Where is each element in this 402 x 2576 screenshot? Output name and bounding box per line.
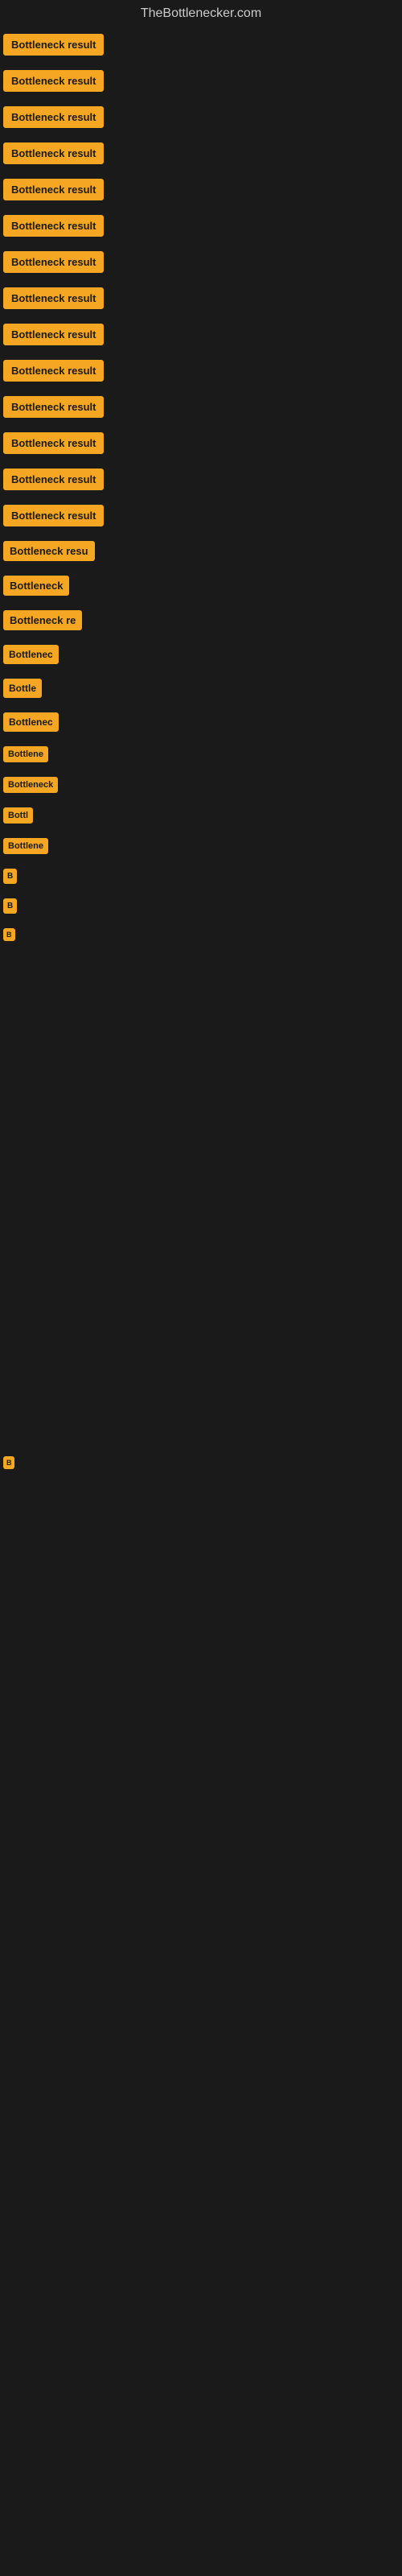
bottleneck-badge[interactable]: Bottlene [3, 746, 48, 762]
list-item[interactable]: Bottleneck result [3, 324, 402, 345]
bottleneck-badge[interactable]: Bottleneck result [3, 70, 104, 92]
list-item[interactable]: Bottleneck [3, 576, 402, 596]
list-item[interactable]: Bottleneck resu [3, 541, 402, 561]
bottleneck-badge[interactable]: Bottleneck result [3, 324, 104, 345]
bottleneck-badge[interactable]: Bottleneck result [3, 505, 104, 526]
bottleneck-badge[interactable]: Bottlene [3, 838, 48, 854]
list-item[interactable]: Bottleneck result [3, 396, 402, 418]
list-item[interactable]: B [3, 898, 402, 914]
bottleneck-badge[interactable]: Bottleneck result [3, 396, 104, 418]
bottleneck-badge[interactable]: Bottleneck result [3, 142, 104, 164]
list-item[interactable]: Bottl [3, 807, 402, 824]
bottleneck-badge[interactable]: B [3, 869, 17, 884]
items-container: Bottleneck result Bottleneck result Bott… [0, 31, 402, 2194]
list-item[interactable]: Bottlene [3, 838, 402, 854]
bottleneck-badge[interactable]: B [3, 1456, 14, 1469]
list-item[interactable]: B [3, 928, 402, 941]
list-item[interactable]: Bottlenec [3, 645, 402, 664]
list-item[interactable]: B [3, 869, 402, 884]
list-item[interactable]: Bottleneck result [3, 70, 402, 92]
bottleneck-badge[interactable]: Bottl [3, 807, 33, 824]
bottleneck-badge[interactable]: Bottleneck resu [3, 541, 95, 561]
bottleneck-badge[interactable]: Bottleneck re [3, 610, 82, 630]
list-item[interactable]: Bottleneck result [3, 34, 402, 56]
bottleneck-badge[interactable]: Bottleneck result [3, 469, 104, 490]
list-item[interactable]: Bottleneck re [3, 610, 402, 630]
bottleneck-badge[interactable]: Bottle [3, 679, 42, 698]
bottleneck-badge[interactable]: B [3, 898, 17, 914]
bottleneck-badge[interactable]: Bottleneck result [3, 251, 104, 273]
bottleneck-badge[interactable]: Bottleneck [3, 576, 69, 596]
list-item[interactable]: Bottleneck result [3, 469, 402, 490]
bottleneck-badge[interactable]: Bottlenec [3, 712, 59, 732]
bottleneck-badge[interactable]: B [3, 928, 15, 941]
list-item[interactable]: Bottleneck result [3, 215, 402, 237]
bottleneck-badge[interactable]: Bottleneck result [3, 360, 104, 382]
bottleneck-badge[interactable]: Bottleneck result [3, 215, 104, 237]
list-item[interactable]: B [3, 1456, 402, 1469]
list-item[interactable]: Bottleneck result [3, 287, 402, 309]
list-item[interactable]: Bottleneck [3, 777, 402, 793]
bottleneck-badge[interactable]: Bottleneck result [3, 106, 104, 128]
list-item[interactable]: Bottleneck result [3, 505, 402, 526]
bottom-spacer [2, 1791, 402, 2194]
list-item[interactable]: Bottlenec [3, 712, 402, 732]
bottleneck-badge[interactable]: Bottleneck result [3, 34, 104, 56]
bottleneck-badge[interactable]: Bottleneck [3, 777, 58, 793]
bottleneck-badge[interactable]: Bottleneck result [3, 287, 104, 309]
bottleneck-badge[interactable]: Bottleneck result [3, 432, 104, 454]
list-item[interactable]: Bottleneck result [3, 360, 402, 382]
list-item[interactable]: Bottlene [3, 746, 402, 762]
list-item[interactable]: Bottleneck result [3, 432, 402, 454]
list-item[interactable]: Bottleneck result [3, 106, 402, 128]
site-title: TheBottlenecker.com [141, 6, 261, 20]
list-item[interactable]: Bottleneck result [3, 142, 402, 164]
spacer [2, 1215, 402, 1456]
bottleneck-badge[interactable]: Bottlenec [3, 645, 59, 664]
page-wrapper: TheBottlenecker.com Bottleneck result Bo… [0, 0, 402, 2194]
bottleneck-badge[interactable]: Bottleneck result [3, 179, 104, 200]
site-header: TheBottlenecker.com [0, 0, 402, 31]
list-item[interactable]: Bottleneck result [3, 179, 402, 200]
list-item[interactable]: Bottle [3, 679, 402, 698]
list-item[interactable]: Bottleneck result [3, 251, 402, 273]
